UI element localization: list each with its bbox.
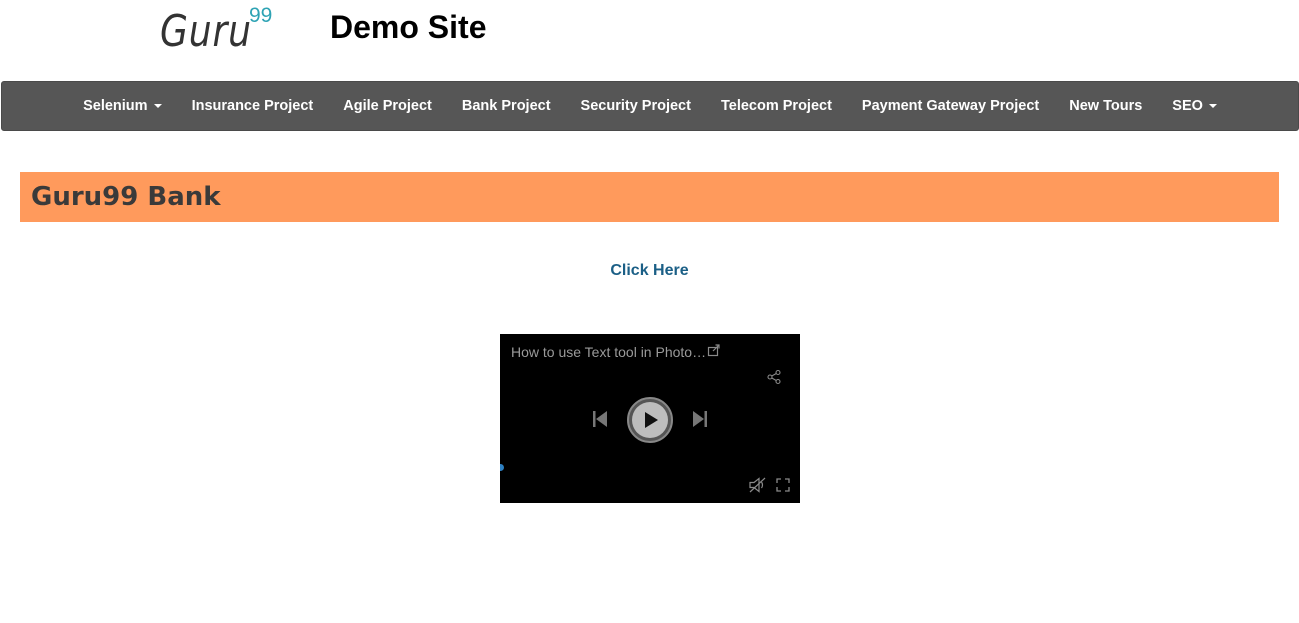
- nav-item-new-tours[interactable]: New Tours: [1054, 82, 1157, 130]
- nav-item-bank-project[interactable]: Bank Project: [447, 82, 566, 130]
- logo-superscript: 99: [249, 4, 273, 27]
- nav-item-agile-project[interactable]: Agile Project: [328, 82, 447, 130]
- play-icon[interactable]: [626, 396, 674, 444]
- logo-text: Guru: [160, 6, 252, 57]
- video-player[interactable]: How to use Text tool in Photo…: [500, 334, 800, 503]
- external-link-icon[interactable]: [707, 343, 721, 357]
- main-navbar: Selenium Insurance Project Agile Project…: [1, 81, 1299, 131]
- nav-item-security-project[interactable]: Security Project: [566, 82, 706, 130]
- nav-item-seo[interactable]: SEO: [1157, 82, 1232, 130]
- progress-handle[interactable]: [500, 464, 504, 471]
- nav-item-label: SEO: [1172, 98, 1203, 114]
- mute-icon[interactable]: [748, 476, 768, 494]
- page-title: Guru99 Bank: [31, 182, 221, 212]
- next-icon[interactable]: [692, 410, 708, 428]
- nav-item-selenium[interactable]: Selenium: [68, 82, 176, 130]
- previous-icon[interactable]: [592, 410, 608, 428]
- nav-item-insurance-project[interactable]: Insurance Project: [177, 82, 329, 130]
- fullscreen-icon[interactable]: [776, 478, 790, 492]
- share-icon[interactable]: [766, 369, 782, 385]
- nav-item-label: Selenium: [83, 98, 148, 114]
- header: Guru 99 Demo Site: [0, 0, 1299, 81]
- nav-item-telecom-project[interactable]: Telecom Project: [706, 82, 847, 130]
- video-title[interactable]: How to use Text tool in Photo…: [511, 344, 706, 360]
- nav-item-payment-gateway-project[interactable]: Payment Gateway Project: [847, 82, 1054, 130]
- guru99-logo[interactable]: Guru 99: [160, 4, 273, 58]
- click-here-container: Click Here: [0, 262, 1299, 280]
- click-here-link[interactable]: Click Here: [610, 262, 688, 279]
- page-banner: Guru99 Bank: [20, 172, 1279, 222]
- site-title: Demo Site: [330, 9, 487, 45]
- caret-down-icon: [153, 104, 162, 109]
- caret-down-icon: [1208, 104, 1217, 109]
